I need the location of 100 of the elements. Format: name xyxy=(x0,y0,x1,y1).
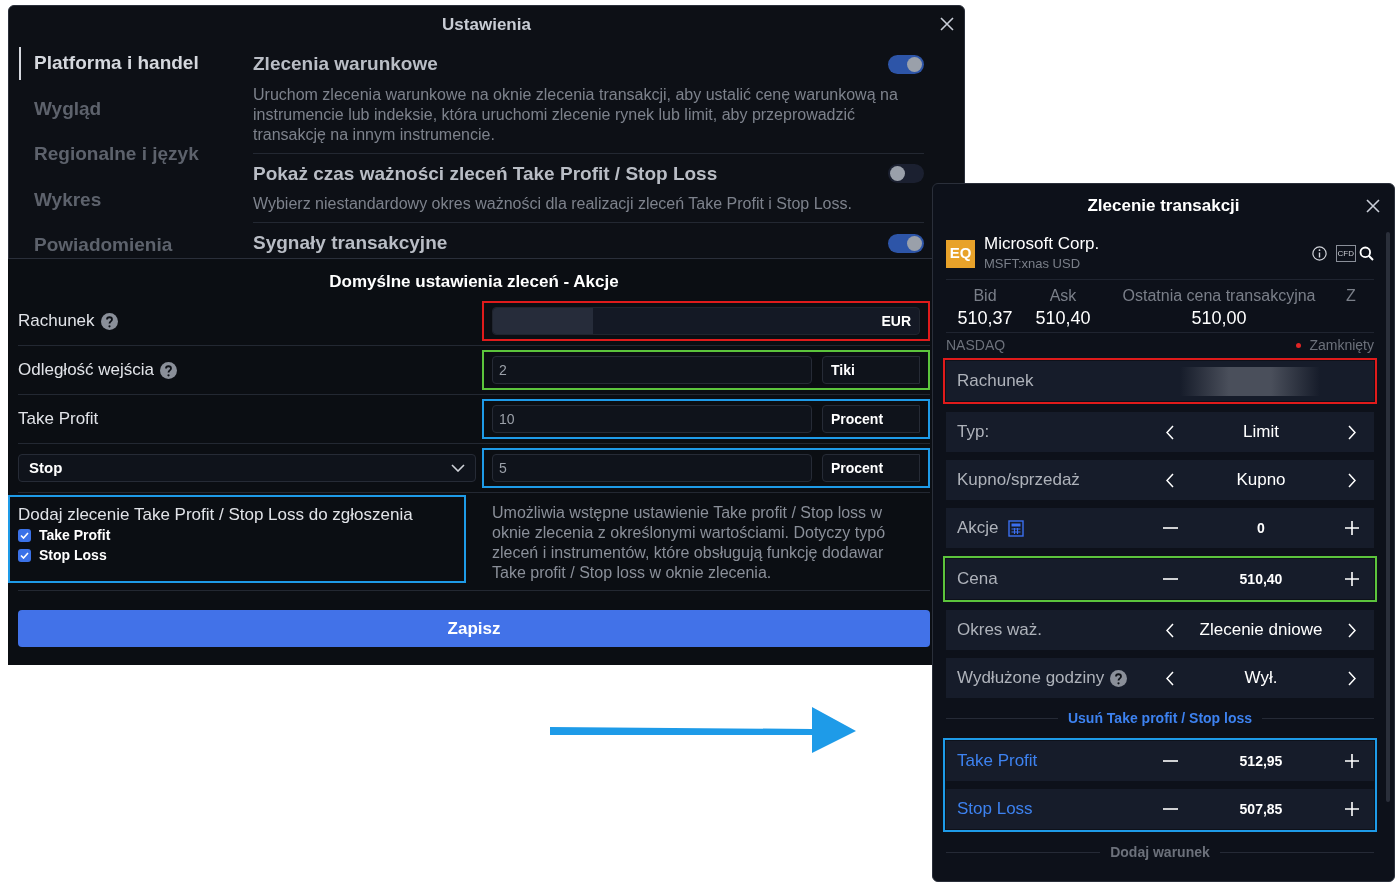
field-label: Okres waż. xyxy=(957,619,1043,642)
field-label: Stop Loss xyxy=(957,798,1033,821)
plus-icon xyxy=(1345,521,1359,535)
field-label: Akcje xyxy=(957,517,999,540)
unit-dropdown[interactable]: Tiki xyxy=(821,356,920,384)
field-value: Limit xyxy=(1243,421,1279,444)
quote-value: 510,37 xyxy=(957,307,1013,330)
chevron-left-icon xyxy=(1166,622,1174,638)
field-label: Rachunek xyxy=(18,310,95,333)
minus-icon xyxy=(1162,808,1178,810)
description-line: zleceń i instrumentów, które obsługują funkcję dodawar xyxy=(492,543,885,563)
chevron-right-icon xyxy=(1348,424,1356,440)
toggle-switch[interactable] xyxy=(888,233,924,253)
checkbox[interactable] xyxy=(18,548,31,562)
toggle-switch[interactable] xyxy=(888,164,924,184)
chevron-right-icon xyxy=(1348,622,1356,638)
chevron-left-icon xyxy=(1166,424,1174,440)
help-icon xyxy=(1110,669,1128,687)
market-status: Zamknięty xyxy=(1309,336,1374,355)
increase-button[interactable] xyxy=(1344,802,1360,816)
setting-description: Uruchom zlecenia warunkowe na oknie zlecenia transakcji, aby ustalić cenę warunkową na instrumencie lub indeksie, która uruchomi zlecenie rynek lub limit, aby przeprowadzić transakcję na innym instrumencie. xyxy=(253,84,899,145)
save-button[interactable]: Zapisz xyxy=(18,610,930,647)
quote-label: Bid xyxy=(973,286,997,306)
field-label: Take Profit xyxy=(957,750,1038,773)
field-value: 507,85 xyxy=(1239,799,1283,819)
toggle-switch[interactable] xyxy=(888,54,924,74)
close-icon xyxy=(940,17,954,31)
remove-link[interactable]: Usuń Take profit / Stop loss xyxy=(1067,707,1253,729)
field-value: 0 xyxy=(1257,518,1265,538)
field-label: Take Profit xyxy=(18,408,99,431)
close-button[interactable] xyxy=(1366,199,1380,213)
cfd-tag: CFD xyxy=(1335,245,1356,262)
increase-button[interactable] xyxy=(1344,754,1360,768)
number-field[interactable]: 10 xyxy=(491,405,812,433)
search-button[interactable] xyxy=(1359,246,1374,261)
panel-title: Domyślne ustawienia zleceń - Akcje xyxy=(328,271,620,293)
quote-label: Ask xyxy=(1049,286,1077,306)
chevron-right-icon xyxy=(1348,670,1356,686)
field-label: Odległość wejścia xyxy=(18,359,155,382)
info-button[interactable] xyxy=(1311,246,1327,261)
field-value: 512,95 xyxy=(1239,751,1283,771)
exchange-label: NASDAQ xyxy=(946,336,1006,355)
field-value: Wył. xyxy=(1244,667,1278,690)
checkbox[interactable] xyxy=(18,528,31,542)
help-icon xyxy=(160,361,178,379)
increase-button[interactable] xyxy=(1344,521,1360,535)
field-label: Kupno/sprzedaż xyxy=(957,469,1080,492)
field-label: Typ: xyxy=(957,421,990,444)
unit-dropdown[interactable]: Procent xyxy=(821,454,920,482)
chevron-right-icon xyxy=(1348,472,1356,488)
quote-label: Ostatnia cena transakcyjna xyxy=(1122,286,1316,306)
field-value: Zlecenie dniowe xyxy=(1199,619,1323,642)
search-icon xyxy=(1359,246,1374,261)
calculator-icon xyxy=(1007,519,1024,537)
chevron-left-icon xyxy=(1166,472,1174,488)
setting-description: Wybierz niestandardowy okres ważności dla realizacji zleceń Take Profit i Stop Loss. xyxy=(253,194,853,214)
field-label: Cena xyxy=(957,568,998,591)
setting-title: Sygnały transakcyjne xyxy=(253,231,448,255)
quote-value: 510,40 xyxy=(1035,307,1091,330)
instrument-badge: EQ xyxy=(946,239,975,268)
number-field[interactable]: 2 xyxy=(491,356,812,384)
account-field[interactable]: EUR xyxy=(491,307,920,335)
field-value: Kupno xyxy=(1236,469,1286,492)
close-button[interactable] xyxy=(940,17,954,31)
check-icon xyxy=(20,531,29,539)
dropdown[interactable]: Stop xyxy=(18,454,476,482)
info-icon xyxy=(1311,246,1327,261)
plus-icon xyxy=(1345,802,1359,816)
field-value: 510,40 xyxy=(1239,569,1283,589)
setting-title: Pokaż czas ważności zleceń Take Profit / Stop Loss xyxy=(253,161,718,186)
setting-title: Zlecenia warunkowe xyxy=(253,52,438,76)
minus-icon xyxy=(1162,527,1178,529)
checkbox-label: Stop Loss xyxy=(39,545,107,565)
checkbox-label: Take Profit xyxy=(39,525,111,545)
help-icon xyxy=(100,312,118,330)
number-field[interactable]: 5 xyxy=(491,454,812,482)
chevron-left-icon xyxy=(1166,670,1174,686)
minus-icon xyxy=(1162,760,1178,762)
field-label: Wydłużone godziny xyxy=(957,667,1105,690)
description-line: oknie zlecenia z określonymi wartościami. Dotyczy typó xyxy=(492,523,886,543)
section-label: Dodaj zlecenie Take Profit / Stop Loss do zgłoszenia xyxy=(18,505,414,525)
plus-icon xyxy=(1345,754,1359,768)
chevron-down-icon xyxy=(451,464,465,472)
instrument-symbol: MSFT:xnas USD xyxy=(984,254,1082,273)
check-icon xyxy=(20,551,29,559)
window-title: Ustawienia xyxy=(442,14,531,37)
window-title: Zlecenie transakcji xyxy=(1087,195,1240,218)
field-label: Rachunek xyxy=(957,370,1034,393)
close-icon xyxy=(1366,199,1380,213)
unit-dropdown[interactable]: Procent xyxy=(821,405,920,433)
plus-icon xyxy=(1345,572,1359,586)
instrument-name: Microsoft Corp. xyxy=(984,233,1101,254)
description-line: Umożliwia wstępne ustawienie Take profit / Stop loss w xyxy=(492,503,884,523)
sidebar-item[interactable]: Platforma i handel xyxy=(19,47,253,80)
quote-value: 510,00 xyxy=(1191,307,1247,330)
add-condition-link[interactable]: Dodaj warunek xyxy=(1110,841,1210,863)
minus-icon xyxy=(1162,578,1178,580)
increase-button[interactable] xyxy=(1344,572,1360,586)
quote-label: Z xyxy=(1346,286,1356,306)
description-line: Take profit / Stop loss w oknie zlecenia. xyxy=(492,563,773,583)
